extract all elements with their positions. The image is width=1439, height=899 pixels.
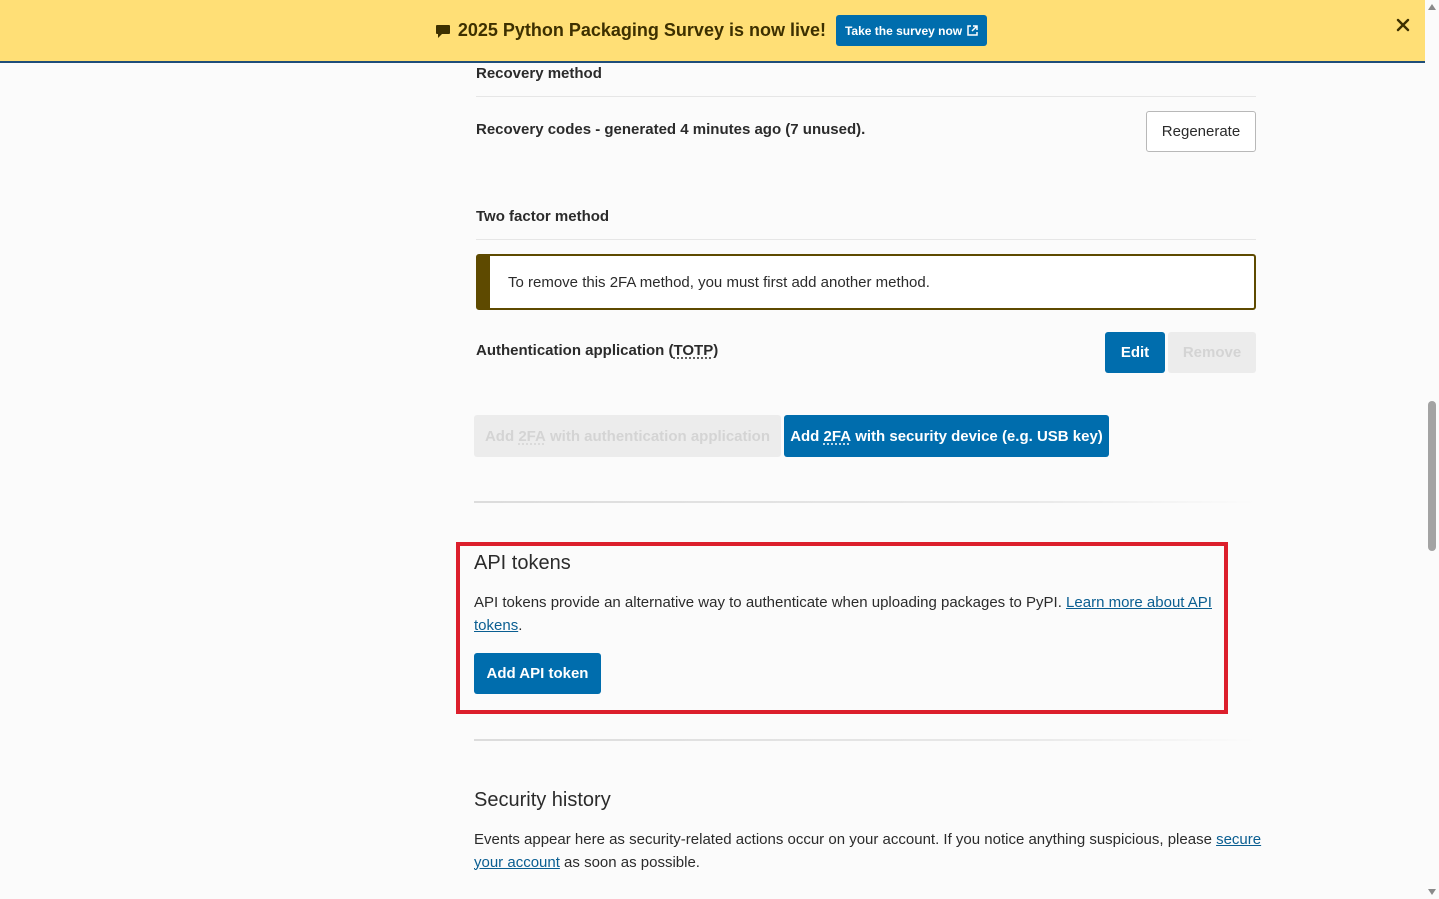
add-app-abbr: 2FA [518,427,546,445]
add-app-prefix: Add [484,427,515,445]
secure-account-link[interactable]: secure [1216,831,1261,848]
page-scrollbar[interactable] [1425,0,1439,899]
api-tokens-heading: API tokens [474,552,571,574]
scroll-up-icon[interactable] [1428,4,1436,10]
two-factor-heading: Two factor method [476,208,610,225]
add-device-prefix: Add [790,427,820,445]
api-tokens-description: API tokens provide an alternative way to… [474,592,1234,637]
section-divider [474,501,1256,503]
add-2fa-device-button[interactable]: Add 2FA with security device (e.g. USB k… [784,415,1109,457]
auth-app-close: ) [713,342,719,359]
api-tokens-period: . [518,616,523,634]
api-tokens-text: API tokens provide an alternative way to… [474,594,1067,611]
recovery-codes-text: Recovery codes - generated 4 minutes ago… [476,121,865,138]
banner-text: 2025 Python Packaging Survey is now live… [457,20,826,40]
learn-more-api-tokens-link[interactable]: Learn more about API [1066,594,1212,611]
totp-abbr: TOTP [673,342,714,359]
banner-content: 2025 Python Packaging Survey is now live… [435,15,988,46]
remove-button[interactable]: Remove [1168,332,1256,373]
auth-app-label: Authentication application (TOTP) [476,342,718,359]
section-divider [474,739,1256,741]
security-history-suffix: as soon as possible. [559,853,700,871]
warning-callout: To remove this 2FA method, you must firs… [476,254,1256,310]
divider [476,96,1256,97]
security-history-text: Events appear here as security-related a… [474,831,1217,848]
add-device-suffix: with security device (e.g. USB key) [851,427,1103,445]
security-history-heading: Security history [474,789,611,811]
divider [476,239,1256,240]
callout-text: To remove this 2FA method, you must firs… [508,273,930,291]
security-history-description: Events appear here as security-related a… [474,829,1264,874]
recovery-codes-time: 4 minutes ago [680,121,782,138]
recovery-codes-prefix: Recovery codes - generated [476,121,681,138]
edit-button[interactable]: Edit [1105,332,1165,373]
secure-account-link-cont[interactable]: your account [474,854,560,871]
survey-banner: 2025 Python Packaging Survey is now live… [0,0,1425,63]
learn-more-api-tokens-link-cont[interactable]: tokens [474,617,518,634]
external-link-icon [967,25,978,36]
take-survey-label: Take the survey now [844,23,963,38]
recovery-method-heading: Recovery method [476,65,602,82]
comment-icon [435,25,450,38]
take-survey-button[interactable]: Take the survey now [835,15,988,46]
scroll-thumb[interactable] [1428,401,1436,551]
scroll-down-icon[interactable] [1428,889,1436,895]
add-2fa-app-button[interactable]: Add 2FA with authentication application [474,415,781,457]
auth-app-text: Authentication application ( [476,342,674,359]
add-api-token-button[interactable]: Add API token [474,653,601,694]
close-icon [1396,18,1410,37]
add-app-suffix: with authentication application [545,427,771,445]
recovery-codes-suffix: (7 unused). [781,121,866,138]
add-device-abbr: 2FA [823,427,852,445]
regenerate-button[interactable]: Regenerate [1146,111,1256,152]
close-banner-button[interactable] [1393,17,1413,37]
